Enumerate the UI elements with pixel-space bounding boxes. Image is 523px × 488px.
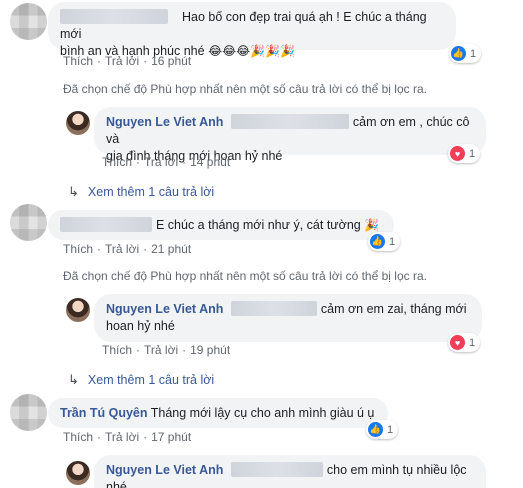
reply-text-line1: cho em mình tụ nhiều lộc (326, 463, 467, 477)
like-button[interactable]: Thích (102, 155, 132, 169)
like-button[interactable]: Thích (63, 242, 93, 256)
timestamp[interactable]: 17 phút (151, 430, 191, 444)
comment-actions: Thích · Trả lời · 16 phút (63, 54, 192, 68)
reply-author-name[interactable]: Nguyen Le Viet Anh (106, 302, 223, 316)
comment-actions: Thích · Trả lời · 21 phút (63, 242, 192, 256)
timestamp[interactable]: 16 phút (151, 54, 191, 68)
comment-bubble: Trần Tú Quyên Tháng mới lậy cụ cho anh m… (48, 398, 388, 428)
reaction-count-badge[interactable]: ♥ 1 (448, 333, 481, 352)
reply-actions: Thích · Trả lời · 19 phút (102, 343, 231, 357)
like-button[interactable]: Thích (102, 343, 132, 357)
commenter-avatar[interactable] (10, 3, 47, 40)
reaction-count-badge[interactable]: 👍 1 (449, 44, 482, 63)
reply-avatar[interactable] (66, 461, 90, 485)
reaction-count-badge[interactable]: 👍 1 (368, 232, 401, 251)
blurred-name[interactable] (60, 217, 152, 232)
blurred-tag[interactable] (230, 114, 349, 129)
reply-bubble: Nguyen Le Viet Anh cảm ơn em zai, tháng … (94, 294, 482, 342)
filter-notice: Đã chọn chế độ Phù hợp nhất nên một số c… (63, 269, 427, 283)
reply-text-line2: hoan hỷ nhé (106, 319, 175, 333)
timestamp[interactable]: 14 phút (190, 155, 230, 169)
reaction-count-badge[interactable]: 👍 1 (366, 420, 399, 439)
heart-icon: ♥ (450, 335, 465, 350)
reply-button[interactable]: Trả lời (105, 242, 139, 256)
reply-text-line1: cảm ơn em zai, tháng mới (320, 302, 467, 316)
commenter-name[interactable]: Trần Tú Quyên (60, 406, 148, 420)
commenter-avatar[interactable] (10, 394, 47, 431)
commenter-avatar[interactable] (10, 204, 47, 241)
heart-icon: ♥ (450, 146, 465, 161)
filter-notice: Đã chọn chế độ Phù hợp nhất nên một số c… (63, 82, 427, 96)
reply-avatar[interactable] (66, 298, 90, 322)
comment-actions: Thích · Trả lời · 17 phút (63, 430, 192, 444)
reply-arrow-icon: ↳ (68, 372, 79, 387)
like-icon: 👍 (370, 234, 385, 249)
reaction-count-badge[interactable]: ♥ 1 (448, 144, 481, 163)
reply-button[interactable]: Trả lời (144, 343, 178, 357)
reply-arrow-icon: ↳ (68, 184, 79, 199)
emoji-group: 😂😂😂🎉🎉🎉 (208, 44, 295, 58)
reply-button[interactable]: Trả lời (144, 155, 178, 169)
reply-actions: Thích · Trả lời · 14 phút (102, 155, 231, 169)
comment-text-line1: E chúc a tháng mới như ý, cát tường (156, 218, 361, 232)
blurred-name[interactable] (60, 9, 168, 24)
reply-button[interactable]: Trả lời (105, 54, 139, 68)
reply-text-line2: nhé (106, 480, 127, 488)
reply-bubble: Nguyen Le Viet Anh cho em mình tụ nhiều … (94, 455, 486, 488)
emoji-group: 🎉 (364, 218, 380, 232)
blurred-tag[interactable] (230, 462, 323, 477)
comment-bubble: E chúc a tháng mới như ý, cát tường 🎉 (48, 210, 394, 240)
like-button[interactable]: Thích (63, 54, 93, 68)
timestamp[interactable]: 21 phút (151, 242, 191, 256)
like-icon: 👍 (368, 422, 383, 437)
like-button[interactable]: Thích (63, 430, 93, 444)
comment-text-line1: Tháng mới lậy cụ cho anh mình giàu ú ụ (150, 406, 375, 420)
comment-bubble: Hao bố con đẹp trai quá ạh ! E chúc a th… (48, 2, 456, 58)
like-icon: 👍 (451, 46, 466, 61)
reply-author-name[interactable]: Nguyen Le Viet Anh (106, 463, 223, 477)
see-more-replies-link[interactable]: ↳ Xem thêm 1 câu trả lời (68, 372, 214, 388)
see-more-replies-link[interactable]: ↳ Xem thêm 1 câu trả lời (68, 184, 214, 200)
reply-avatar[interactable] (66, 111, 90, 135)
reply-bubble: Nguyen Le Viet Anh cảm ơn em , chúc cô v… (94, 107, 486, 163)
timestamp[interactable]: 19 phút (190, 343, 230, 357)
reply-button[interactable]: Trả lời (105, 430, 139, 444)
reply-author-name[interactable]: Nguyen Le Viet Anh (106, 115, 223, 129)
blurred-tag[interactable] (230, 301, 317, 316)
